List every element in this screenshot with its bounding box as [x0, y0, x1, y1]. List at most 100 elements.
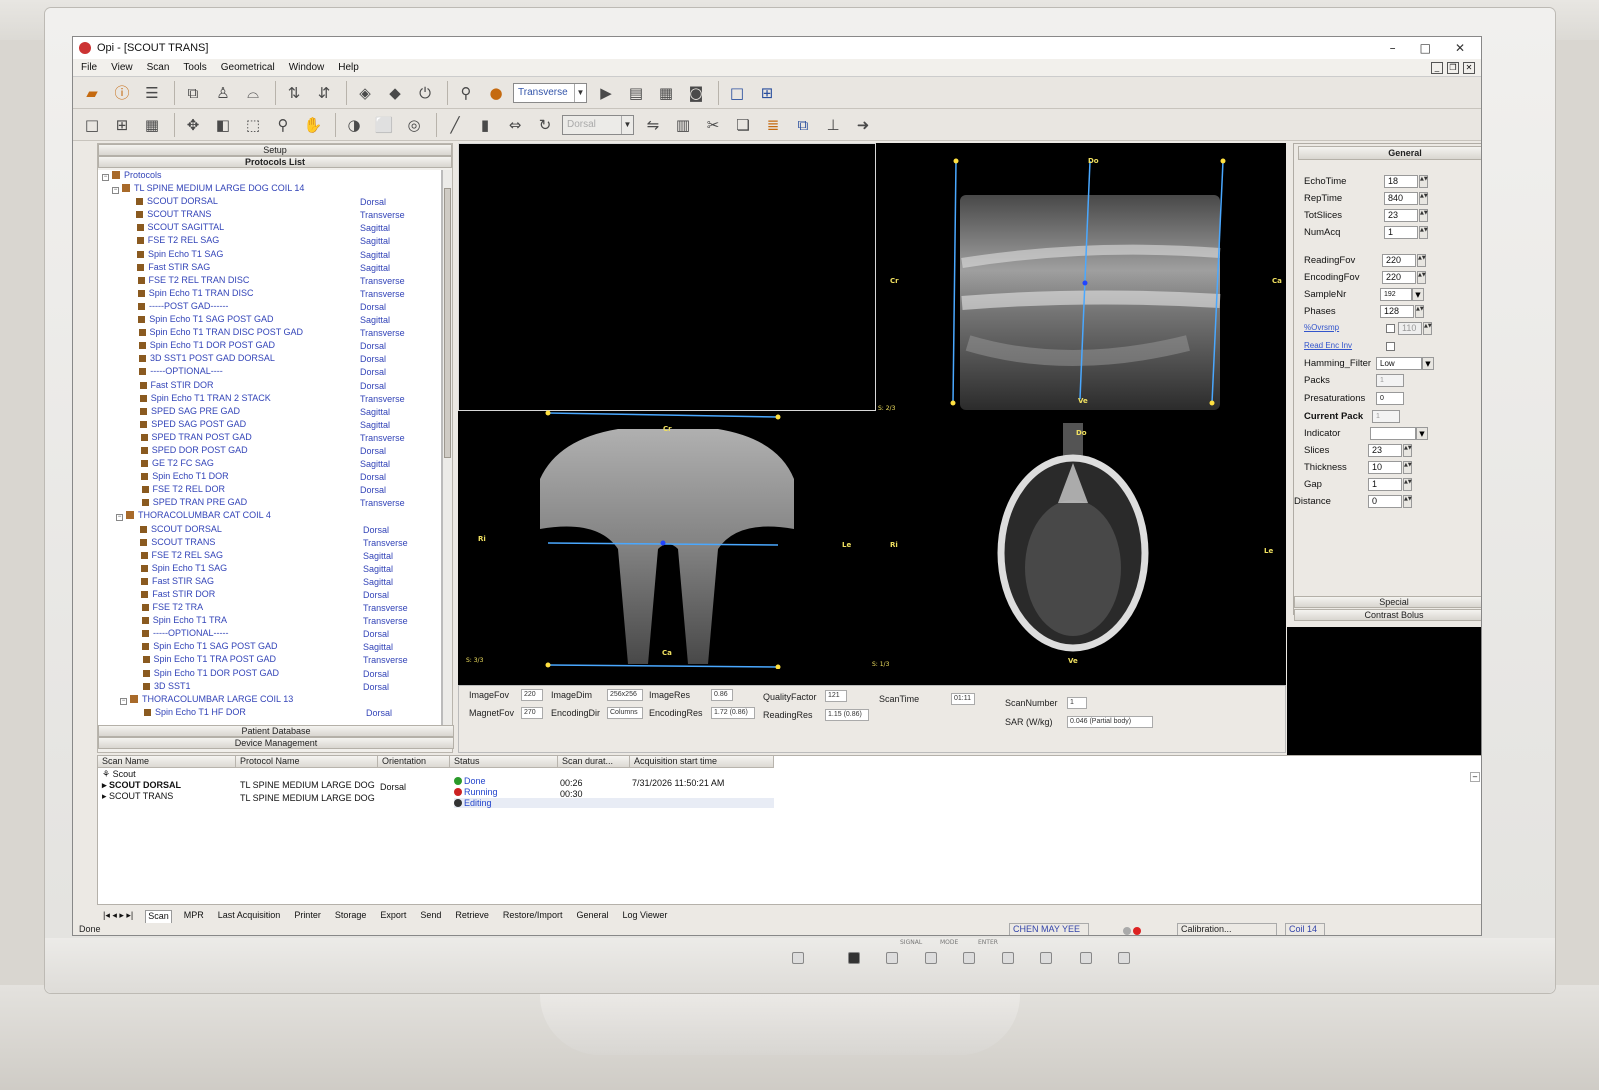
- protocol-item[interactable]: 3D SST1 POST GAD DORSAL Dorsal: [98, 353, 441, 366]
- run-icon[interactable]: ▶: [593, 80, 619, 106]
- protocol-item[interactable]: -----POST GAD------ Dorsal: [98, 301, 441, 314]
- protocol-item[interactable]: Spin Echo T1 TRAN DISC POST GAD Transvers…: [98, 327, 441, 340]
- collapse-icon[interactable]: −: [102, 174, 109, 181]
- tab-storage[interactable]: Storage: [333, 910, 369, 924]
- monitor-button-mode[interactable]: [963, 952, 975, 964]
- protocol-item[interactable]: Spin Echo T1 TRA POST GAD Transverse: [98, 654, 441, 667]
- tab-export[interactable]: Export: [378, 910, 408, 924]
- protocol-item[interactable]: SPED TRAN POST GAD Transverse: [98, 432, 441, 445]
- setup-header[interactable]: Setup: [98, 144, 452, 156]
- rep-time-spinner[interactable]: ▲▼: [1419, 192, 1428, 205]
- col-scan-name[interactable]: Scan Name: [98, 756, 236, 768]
- close-button[interactable]: ✕: [1455, 41, 1465, 55]
- protocol-tree-scrollbar[interactable]: [442, 170, 452, 725]
- image-viewer[interactable]: S: 2/3 Do Cr Ca Ve Cr Ri Le Ca S: 3/3 Do…: [458, 143, 1286, 685]
- rep-time-input[interactable]: 840: [1384, 192, 1418, 205]
- phases-input[interactable]: 128: [1380, 305, 1414, 318]
- queue-group[interactable]: ⚘ Scout: [102, 769, 136, 780]
- read-enc-inv-checkbox[interactable]: [1386, 342, 1395, 351]
- device-management-header[interactable]: Device Management: [98, 737, 454, 749]
- protocol-item[interactable]: SCOUT TRANS Transverse: [98, 537, 441, 550]
- tab-nav-arrows[interactable]: |◂ ◂ ▸ ▸|: [101, 910, 135, 924]
- protocol-item[interactable]: FSE T2 TRA Transverse: [98, 602, 441, 615]
- measure-icon[interactable]: ⇔: [502, 112, 528, 138]
- zoom-icon[interactable]: ⚲: [270, 112, 296, 138]
- menu-geometrical[interactable]: Geometrical: [221, 62, 275, 73]
- ovrsmp-checkbox[interactable]: [1386, 324, 1395, 333]
- hand-icon[interactable]: ✋: [300, 112, 326, 138]
- protocol-group[interactable]: − THORACOLUMBAR CAT COIL 4: [98, 510, 441, 523]
- menu-window[interactable]: Window: [289, 62, 325, 73]
- protocol-item[interactable]: Fast STIR SAG Sagittal: [98, 576, 441, 589]
- chevron-down-icon[interactable]: ▼: [1416, 427, 1428, 440]
- monitor-button-3[interactable]: [886, 952, 898, 964]
- protocol-item[interactable]: SCOUT DORSAL Dorsal: [98, 524, 441, 537]
- col-duration[interactable]: Scan durat...: [558, 756, 630, 768]
- sort-ascending-icon[interactable]: ⇅: [281, 80, 307, 106]
- menu-file[interactable]: File: [81, 62, 97, 73]
- layout-1-icon[interactable]: □: [79, 112, 105, 138]
- protocol-item[interactable]: GE T2 FC SAG Sagittal: [98, 458, 441, 471]
- menu-help[interactable]: Help: [338, 62, 359, 73]
- tab-send[interactable]: Send: [418, 910, 443, 924]
- collapse-icon[interactable]: −: [120, 697, 127, 705]
- tot-slices-input[interactable]: 23: [1384, 209, 1418, 222]
- layout-9-icon[interactable]: ▦: [139, 112, 165, 138]
- thickness-spinner[interactable]: ▲▼: [1403, 461, 1412, 474]
- patient-database-header[interactable]: Patient Database: [98, 725, 454, 737]
- general-header[interactable]: General: [1298, 146, 1481, 160]
- col-protocol-name[interactable]: Protocol Name: [236, 756, 378, 768]
- stop-icon[interactable]: ●: [483, 80, 509, 106]
- layers-icon[interactable]: ❏: [730, 112, 756, 138]
- protocol-item[interactable]: Spin Echo T1 TRAN DISC Transverse: [98, 288, 441, 301]
- echo-time-spinner[interactable]: ▲▼: [1419, 175, 1428, 188]
- protocol-item[interactable]: Fast STIR DOR Dorsal: [98, 589, 441, 602]
- reference-icon[interactable]: ✂: [700, 112, 726, 138]
- slice-icon[interactable]: ◧: [210, 112, 236, 138]
- ruler-icon[interactable]: ╱: [442, 112, 468, 138]
- select-rect-icon[interactable]: ⬜: [371, 112, 397, 138]
- minimize-button[interactable]: –: [1390, 41, 1396, 55]
- protocol-group[interactable]: − THORACOLUMBAR LARGE COIL 13: [98, 694, 441, 707]
- coil-icon[interactable]: ⌓: [240, 80, 266, 106]
- pan-icon[interactable]: ⬚: [240, 112, 266, 138]
- maximize-button[interactable]: □: [1420, 41, 1431, 55]
- gap-input[interactable]: 1: [1368, 478, 1402, 491]
- protocol-item[interactable]: SPED SAG PRE GAD Sagittal: [98, 406, 441, 419]
- contrast-bolus-header[interactable]: Contrast Bolus: [1294, 609, 1481, 621]
- num-acq-spinner[interactable]: ▲▼: [1419, 226, 1428, 239]
- protocol-item[interactable]: SPED DOR POST GAD Dorsal: [98, 445, 441, 458]
- protocol-item[interactable]: Spin Echo T1 SAG Sagittal: [98, 249, 441, 262]
- chevron-down-icon[interactable]: ▼: [1412, 288, 1424, 301]
- monitor-button-enter[interactable]: [1002, 952, 1014, 964]
- protocol-item[interactable]: Spin Echo T1 SAG POST GAD Sagittal: [98, 314, 441, 327]
- grid-list-icon[interactable]: ▦: [653, 80, 679, 106]
- protocol-item[interactable]: SPED SAG POST GAD Sagittal: [98, 419, 441, 432]
- protocols-list-header[interactable]: Protocols List: [98, 156, 452, 168]
- quad-view-icon[interactable]: ⊞: [754, 80, 780, 106]
- menu-scan[interactable]: Scan: [147, 62, 170, 73]
- histogram-icon[interactable]: ▮: [472, 112, 498, 138]
- monitor-button-down[interactable]: [1040, 952, 1052, 964]
- monitor-button-2[interactable]: [848, 952, 860, 964]
- special-header[interactable]: Special: [1294, 596, 1481, 608]
- mdi-restore-button[interactable]: ❐: [1447, 61, 1459, 74]
- monitor-power-button[interactable]: [1118, 952, 1130, 964]
- phases-spinner[interactable]: ▲▼: [1415, 305, 1424, 318]
- tab-scan[interactable]: Scan: [145, 910, 172, 924]
- num-acq-input[interactable]: 1: [1384, 226, 1418, 239]
- single-view-icon[interactable]: □: [724, 80, 750, 106]
- protocol-item[interactable]: Spin Echo T1 SAG Sagittal: [98, 563, 441, 576]
- open-folder-icon[interactable]: ▰: [79, 80, 105, 106]
- protocol-item[interactable]: SPED TRAN PRE GAD Transverse: [98, 497, 441, 510]
- protocol-item[interactable]: Spin Echo T1 SAG POST GAD Sagittal: [98, 641, 441, 654]
- editing-row[interactable]: Editing: [454, 798, 774, 808]
- monitor-button-up[interactable]: [1080, 952, 1092, 964]
- move-icon[interactable]: ✥: [180, 112, 206, 138]
- protocol-item[interactable]: SCOUT TRANS Transverse: [98, 209, 441, 222]
- sort-descending-icon[interactable]: ⇵: [311, 80, 337, 106]
- protocol-item[interactable]: Spin Echo T1 DOR Dorsal: [98, 471, 441, 484]
- power-icon[interactable]: ⏻: [412, 80, 438, 106]
- layout-4-icon[interactable]: ⊞: [109, 112, 135, 138]
- collapse-icon[interactable]: −: [116, 514, 123, 522]
